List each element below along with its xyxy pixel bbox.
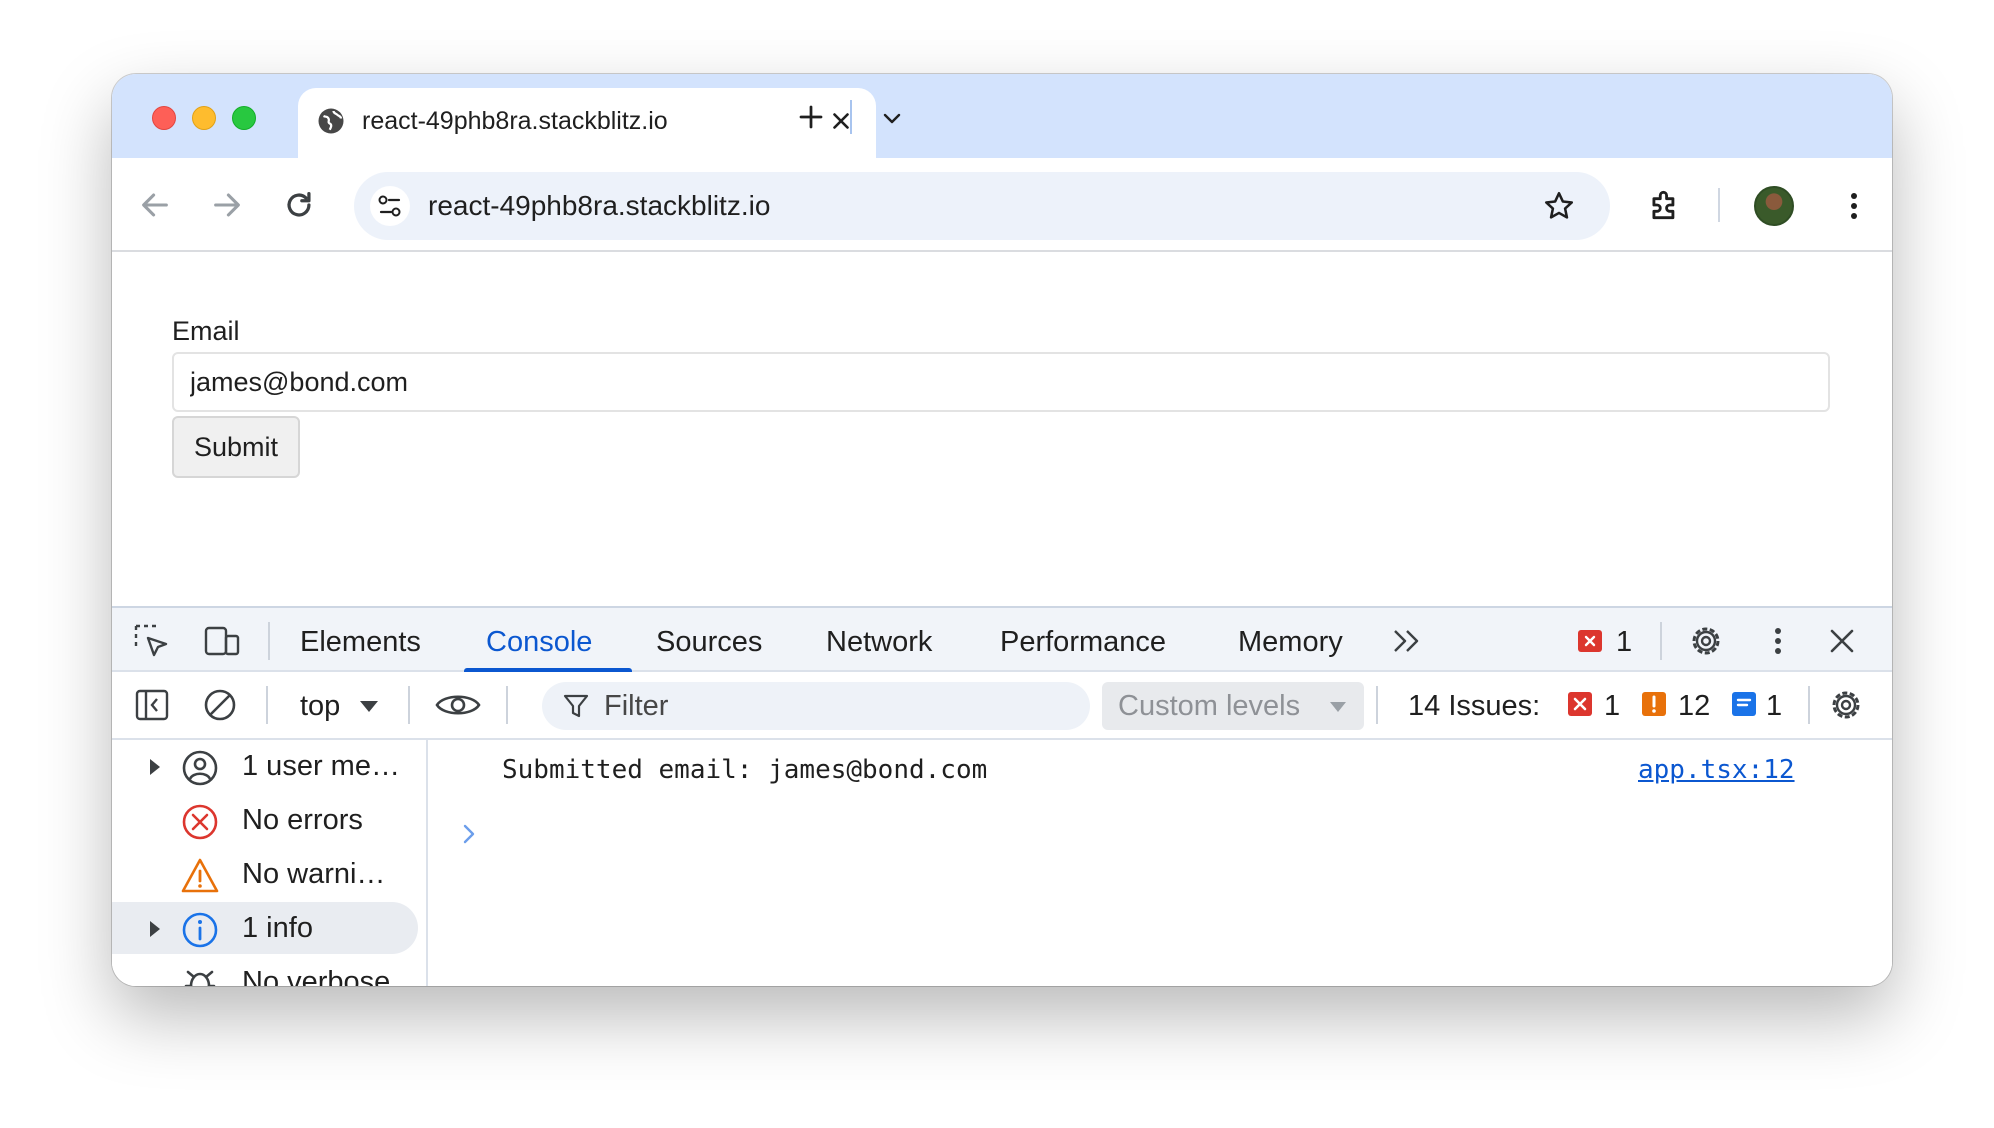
issues-error-count[interactable]: 1 — [1604, 688, 1620, 724]
tab-memory[interactable]: Memory — [1238, 624, 1343, 660]
maximize-window-button[interactable] — [232, 106, 256, 130]
browser-tab[interactable]: react-49phb8ra.stackblitz.io — [298, 88, 876, 160]
page-content: Email Submit — [112, 252, 1892, 606]
plus-icon[interactable] — [796, 102, 826, 132]
sidebar-item-label: No errors — [242, 804, 363, 836]
expand-arrow-icon[interactable] — [148, 920, 162, 938]
close-icon — [1573, 697, 1587, 711]
console-toolbar-divider — [1808, 686, 1810, 724]
inspect-element-icon[interactable] — [132, 622, 172, 660]
console-log-message: Submitted email: james@bond.com — [502, 755, 988, 785]
chevron-down-icon[interactable] — [880, 106, 904, 130]
tab-strip: react-49phb8ra.stackblitz.io — [112, 74, 1892, 160]
filter-icon — [563, 694, 589, 718]
browser-window: react-49phb8ra.stackblitz.io react-49phb… — [112, 74, 1892, 986]
url-text[interactable]: react-49phb8ra.stackblitz.io — [428, 188, 770, 224]
console-toolbar-divider — [506, 686, 508, 724]
sidebar-item-label: No verbose — [242, 966, 391, 986]
site-settings-button[interactable] — [370, 186, 410, 226]
tab-performance[interactable]: Performance — [1000, 624, 1166, 660]
issue-warning-icon[interactable] — [1642, 692, 1666, 716]
tab-title: react-49phb8ra.stackblitz.io — [362, 107, 668, 135]
sidebar-item-user-messages[interactable]: 1 user me… — [112, 740, 418, 792]
sidebar-item-info[interactable]: 1 info — [112, 902, 418, 954]
devtools-tab-bar: Elements Console Sources Network Perform… — [112, 606, 1892, 674]
tab-network[interactable]: Network — [826, 624, 932, 660]
gear-icon[interactable] — [1686, 622, 1726, 660]
console-toolbar-divider — [408, 686, 410, 724]
filter-input[interactable] — [604, 686, 1074, 726]
eye-icon[interactable] — [434, 686, 482, 724]
console-toolbar-divider — [1376, 686, 1378, 724]
globe-icon — [318, 108, 344, 134]
filter-box[interactable] — [542, 682, 1090, 730]
issues-warning-count[interactable]: 12 — [1678, 688, 1710, 724]
exclamation-icon — [1652, 695, 1656, 713]
avatar[interactable] — [1754, 186, 1794, 226]
sidebar-item-label: No warni… — [242, 858, 386, 890]
tab-elements[interactable]: Elements — [300, 624, 421, 660]
sidebar-item-errors[interactable]: No errors — [112, 794, 418, 846]
bug-icon — [184, 970, 216, 986]
console-toolbar-divider — [266, 686, 268, 724]
close-icon — [1584, 635, 1596, 647]
chevron-down-icon[interactable] — [358, 698, 380, 714]
error-circle-icon — [182, 804, 218, 840]
tab-sources[interactable]: Sources — [656, 624, 762, 660]
devtools-divider — [268, 622, 270, 660]
kebab-menu-icon[interactable] — [1844, 186, 1864, 226]
device-toolbar-icon[interactable] — [202, 622, 242, 660]
sidebar-item-verbose[interactable]: No verbose — [112, 956, 418, 986]
site-settings-icon — [378, 195, 401, 217]
log-levels-dropdown[interactable]: Custom levels — [1102, 682, 1364, 730]
expand-arrow-icon[interactable] — [148, 758, 162, 776]
toolbar-divider — [1718, 188, 1720, 222]
issue-error-icon[interactable] — [1568, 692, 1592, 716]
browser-toolbar: react-49phb8ra.stackblitz.io — [112, 158, 1892, 252]
devtools-divider — [1660, 622, 1662, 660]
email-label: Email — [172, 316, 240, 346]
chevron-right-icon[interactable] — [460, 822, 478, 846]
close-icon[interactable] — [1822, 622, 1862, 660]
sidebar-item-label: 1 user me… — [242, 750, 400, 782]
console-sidebar: 1 user me… No errors No warni… 1 info No… — [112, 740, 428, 986]
issues-label[interactable]: 14 Issues: — [1408, 688, 1540, 724]
minimize-window-button[interactable] — [192, 106, 216, 130]
sidebar-toggle-icon[interactable] — [132, 686, 172, 724]
console-output: Submitted email: james@bond.com app.tsx:… — [430, 740, 1892, 986]
close-window-button[interactable] — [152, 106, 176, 130]
sidebar-item-warnings[interactable]: No warni… — [112, 848, 418, 900]
user-icon — [182, 750, 218, 786]
context-selector[interactable]: top — [300, 688, 340, 724]
star-icon[interactable] — [1542, 189, 1576, 223]
warning-triangle-icon — [181, 858, 219, 893]
submit-button[interactable]: Submit — [172, 416, 300, 478]
email-field[interactable] — [172, 352, 1830, 412]
message-icon — [1736, 698, 1752, 707]
sidebar-item-label: 1 info — [242, 912, 313, 944]
tab-divider — [850, 100, 852, 134]
address-bar[interactable]: react-49phb8ra.stackblitz.io — [354, 172, 1610, 240]
issues-info-count[interactable]: 1 — [1766, 688, 1782, 724]
reload-icon[interactable] — [282, 188, 316, 222]
tab-console[interactable]: Console — [486, 624, 592, 660]
issue-info-icon[interactable] — [1732, 692, 1756, 716]
gear-icon[interactable] — [1826, 686, 1866, 724]
error-count[interactable]: 1 — [1616, 624, 1632, 660]
error-badge-icon[interactable] — [1578, 630, 1602, 652]
forward-arrow-icon[interactable] — [210, 188, 244, 222]
clear-console-icon[interactable] — [200, 686, 240, 724]
kebab-menu-icon[interactable] — [1758, 622, 1798, 660]
chevron-down-icon — [1330, 702, 1346, 712]
log-levels-label: Custom levels — [1118, 690, 1301, 722]
back-arrow-icon[interactable] — [138, 188, 172, 222]
devtools-panel: Elements Console Sources Network Perform… — [112, 606, 1892, 986]
more-tabs-icon[interactable] — [1390, 626, 1424, 656]
info-circle-icon — [182, 912, 218, 948]
extensions-icon[interactable] — [1646, 186, 1684, 224]
console-toolbar: top Custom levels — [112, 672, 1892, 740]
console-source-link[interactable]: app.tsx:12 — [1638, 752, 1795, 788]
